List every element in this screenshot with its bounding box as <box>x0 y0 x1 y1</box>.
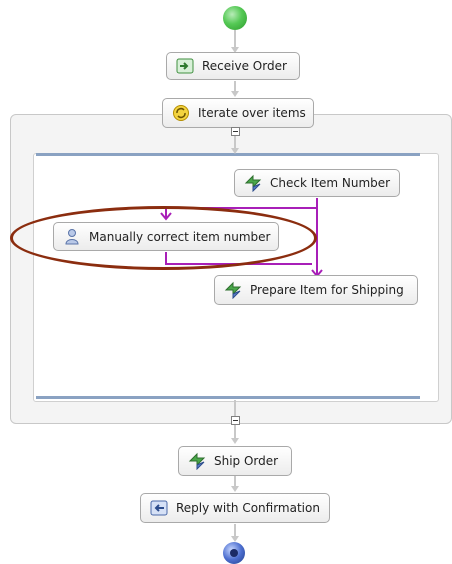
check-item-number-activity[interactable]: Check Item Number <box>234 169 400 197</box>
ship-order-activity[interactable]: Ship Order <box>178 446 292 476</box>
iterate-over-items-activity[interactable]: Iterate over items <box>162 98 314 128</box>
invoke-icon <box>188 452 206 470</box>
invoke-icon <box>224 281 242 299</box>
arrowhead-reply <box>231 486 239 492</box>
prepare-item-for-shipping-label: Prepare Item for Shipping <box>250 283 404 297</box>
end-node[interactable] <box>223 542 245 564</box>
receive-order-activity[interactable]: Receive Order <box>166 52 300 80</box>
invoke-icon <box>244 174 262 192</box>
loop-body-top-bar <box>36 153 420 156</box>
receive-order-label: Receive Order <box>202 59 287 73</box>
ship-order-label: Ship Order <box>214 454 279 468</box>
reply-icon <box>150 500 168 516</box>
check-item-number-label: Check Item Number <box>270 176 391 190</box>
iterate-over-items-label: Iterate over items <box>198 106 306 120</box>
prepare-item-for-shipping-activity[interactable]: Prepare Item for Shipping <box>214 275 418 305</box>
collapse-loop-bottom-button[interactable] <box>231 416 240 425</box>
receive-icon <box>176 58 194 74</box>
reply-with-confirmation-activity[interactable]: Reply with Confirmation <box>140 493 330 523</box>
reply-with-confirmation-label: Reply with Confirmation <box>176 501 320 515</box>
arrowhead-iterate <box>231 91 239 97</box>
arrowhead-ship <box>231 438 239 444</box>
start-node[interactable] <box>223 6 247 30</box>
loop-icon <box>173 105 189 121</box>
highlight-ellipse <box>10 206 317 270</box>
collapse-loop-top-button[interactable] <box>231 127 240 136</box>
loop-body-bottom-bar <box>36 396 420 399</box>
